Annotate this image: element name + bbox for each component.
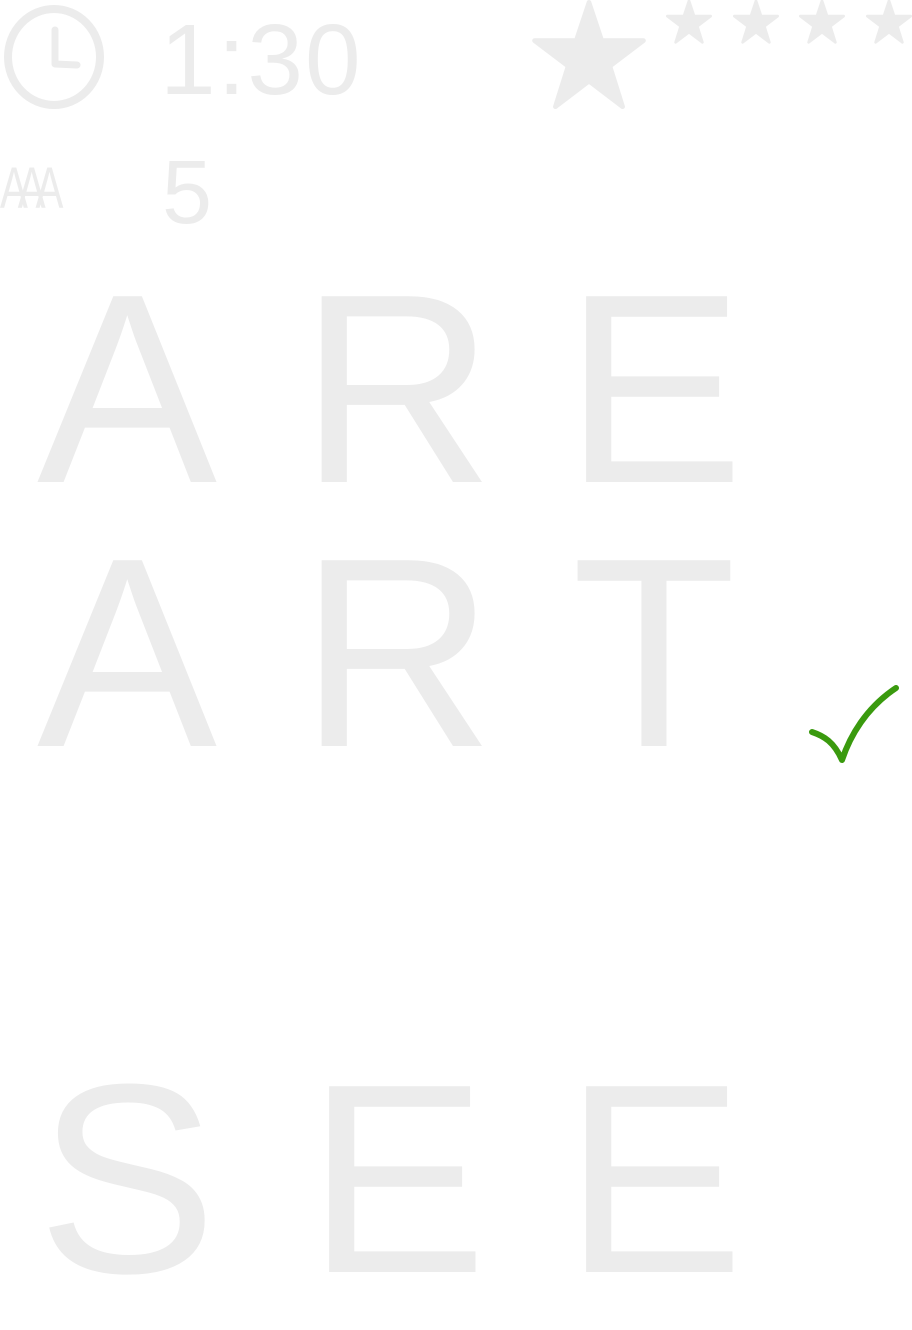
hint-count: 5 (162, 143, 213, 243)
star-icon (865, 0, 912, 44)
star-icon (666, 0, 712, 44)
letter-tile[interactable]: E (527, 250, 781, 530)
hint-letters-icon[interactable]: AAA (0, 160, 63, 218)
letter-tile[interactable]: T (527, 514, 781, 794)
word-row: A R E (0, 250, 912, 530)
timer-display: 1:30 (160, 4, 363, 116)
letter-tile[interactable]: A (0, 514, 254, 794)
star-icon (532, 0, 646, 110)
letter-tile[interactable]: E (270, 1040, 524, 1320)
letter-tile[interactable]: A (0, 250, 254, 530)
letter-tile[interactable]: R (270, 514, 524, 794)
letter-tile[interactable]: R (270, 250, 524, 530)
word-row: S E E (0, 1040, 912, 1320)
word-row: A R T (0, 514, 912, 794)
letter-tile[interactable]: S (0, 1040, 254, 1320)
star-icon (732, 0, 779, 44)
letter-tile[interactable]: E (527, 1040, 781, 1320)
clock-icon (4, 5, 104, 109)
check-icon (809, 685, 899, 763)
star-icon (799, 0, 845, 44)
